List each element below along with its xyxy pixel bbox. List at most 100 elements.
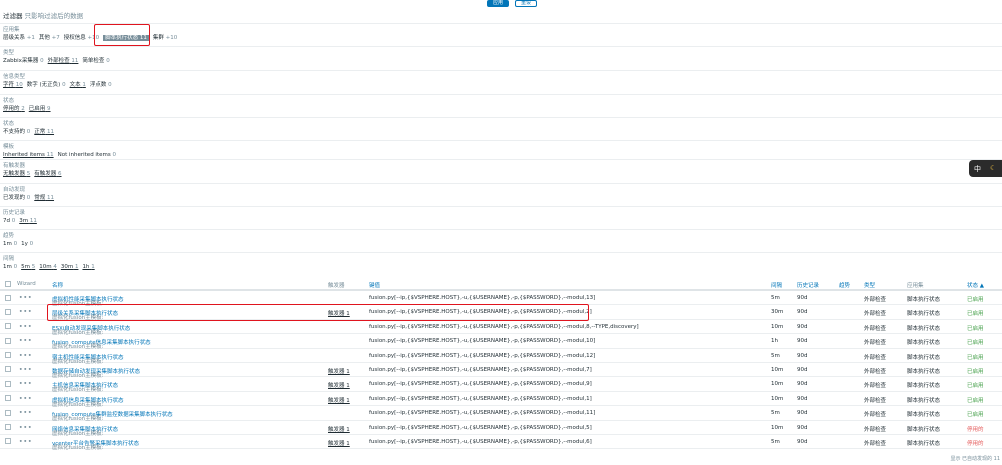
moon-icon[interactable]: ☾ xyxy=(990,164,996,172)
filter-section-items: Zabbix采集器 0 外部检查 11 简单检查 0 xyxy=(3,57,999,65)
filter-option[interactable]: Zabbix采集器 0 xyxy=(3,58,44,64)
filter-option[interactable]: 已发现的 0 xyxy=(3,195,30,201)
filter-option[interactable]: 集群 +10 xyxy=(153,35,177,41)
filter-section-items: 不支持的 0 正常 11 xyxy=(3,128,999,136)
filter-option[interactable]: 3m 11 xyxy=(19,218,37,224)
item-triggers-link[interactable]: 触发器 1 xyxy=(328,439,350,447)
row-menu-icon[interactable]: ••• xyxy=(19,410,33,416)
row-menu-icon[interactable]: ••• xyxy=(19,353,33,359)
item-status-link[interactable]: 已启用 xyxy=(967,396,984,404)
col-trends[interactable]: 趋势 xyxy=(839,281,850,289)
item-status-link[interactable]: 已启用 xyxy=(967,410,984,418)
filter-option[interactable]: 1y 0 xyxy=(21,241,33,247)
col-key[interactable]: 键值 xyxy=(369,281,380,289)
filter-option[interactable]: 其他 +7 xyxy=(39,35,60,41)
item-template-prefix[interactable]: 虚拟化fusion主模板: xyxy=(52,443,104,451)
filter-section: 类型 Zabbix采集器 0 外部检查 11 简单检查 0 xyxy=(0,46,1002,70)
filter-section-title: 应用集 xyxy=(3,27,20,33)
filter-option-count: 0 xyxy=(26,195,31,201)
filter-option[interactable]: Not inherited items 0 xyxy=(58,152,116,158)
filter-option[interactable]: 不支持的 0 xyxy=(3,129,30,135)
row-menu-icon[interactable]: ••• xyxy=(19,309,33,315)
filter-option[interactable]: 字符 10 xyxy=(3,82,23,88)
row-checkbox[interactable] xyxy=(5,380,11,387)
filter-option[interactable]: 外部检查 11 xyxy=(48,58,79,64)
filter-option[interactable]: 30m 1 xyxy=(61,264,79,270)
row-menu-icon[interactable]: ••• xyxy=(19,324,33,330)
item-status-link[interactable]: 已启用 xyxy=(967,367,984,375)
apply-button[interactable]: 应用 xyxy=(487,0,509,7)
filter-option[interactable]: 已启用 9 xyxy=(29,106,51,112)
filter-option[interactable]: 1m 0 xyxy=(3,241,17,247)
row-checkbox[interactable] xyxy=(5,409,11,416)
filter-option[interactable]: 层级关系 +1 xyxy=(3,35,35,41)
item-triggers-link[interactable]: 触发器 1 xyxy=(328,367,350,375)
col-name[interactable]: 名称 xyxy=(52,281,63,289)
filter-option[interactable]: 10m 4 xyxy=(39,264,57,270)
item-triggers-link[interactable]: 触发器 1 xyxy=(328,309,350,317)
filter-option[interactable]: 7d 0 xyxy=(3,218,15,224)
filter-option[interactable]: 脚本执行状态 11 xyxy=(103,35,149,41)
row-checkbox[interactable] xyxy=(5,352,11,359)
filter-option[interactable]: 数字 (无正负) 0 xyxy=(27,82,66,88)
row-checkbox[interactable] xyxy=(5,294,11,301)
filter-option[interactable]: 停用的 2 xyxy=(3,106,25,112)
filter-option[interactable]: 授权信息 +10 xyxy=(64,35,99,41)
filter-option-count: 9 xyxy=(47,106,51,112)
filter-option[interactable]: 1m 0 xyxy=(3,264,17,270)
filter-option[interactable]: 5m 5 xyxy=(21,264,35,270)
item-status-link[interactable]: 已启用 xyxy=(967,338,984,346)
row-checkbox[interactable] xyxy=(5,323,11,330)
filter-option[interactable]: 无触发器 5 xyxy=(3,171,30,177)
language-icon[interactable]: 中 xyxy=(974,164,981,174)
filter-option[interactable]: Inherited items 11 xyxy=(3,152,54,158)
row-checkbox[interactable] xyxy=(5,424,11,431)
col-history[interactable]: 历史记录 xyxy=(797,281,819,289)
item-triggers-link[interactable]: 触发器 1 xyxy=(328,425,350,433)
row-checkbox[interactable] xyxy=(5,395,11,402)
item-interval: 30m xyxy=(771,309,784,316)
row-menu-icon[interactable]: ••• xyxy=(19,425,33,431)
floating-widget[interactable]: 中 ☾ xyxy=(969,160,1002,177)
row-menu-icon[interactable]: ••• xyxy=(19,381,33,387)
filter-option[interactable]: 正常 11 xyxy=(34,129,54,135)
item-history: 90d xyxy=(797,352,808,359)
item-status-link[interactable]: 已启用 xyxy=(967,309,984,317)
filter-option[interactable]: 有触发器 6 xyxy=(34,171,61,177)
row-checkbox[interactable] xyxy=(5,438,11,445)
row-menu-icon[interactable]: ••• xyxy=(19,439,33,445)
filter-option-label: 正常 xyxy=(34,129,46,135)
reset-button[interactable]: 重设 xyxy=(515,0,537,7)
item-application: 脚本执行状态 xyxy=(907,368,941,375)
row-checkbox[interactable] xyxy=(5,308,11,315)
filter-title: 过滤器 xyxy=(3,12,23,20)
item-status-link[interactable]: 已启用 xyxy=(967,381,984,389)
filter-option[interactable]: 1h 1 xyxy=(82,264,94,270)
table-header: Wizard 名称 触发器 键值 间隔 历史记录 趋势 类型 应用集 状态 ▲ xyxy=(0,279,1002,291)
item-status-link[interactable]: 已启用 xyxy=(967,295,984,303)
filter-option[interactable]: 文本 1 xyxy=(70,82,86,88)
item-status-link[interactable]: 停用的 xyxy=(967,439,984,447)
col-type[interactable]: 类型 xyxy=(864,281,875,289)
row-menu-icon[interactable]: ••• xyxy=(19,367,33,373)
row-checkbox[interactable] xyxy=(5,366,11,373)
select-all-checkbox[interactable] xyxy=(5,281,11,287)
filter-option[interactable]: 常规 11 xyxy=(34,195,54,201)
col-interval[interactable]: 间隔 xyxy=(771,281,782,289)
row-checkbox[interactable] xyxy=(5,337,11,344)
filter-option[interactable]: 简单检查 0 xyxy=(82,58,109,64)
filter-option[interactable]: 浮点数 0 xyxy=(90,82,112,88)
item-status-link[interactable]: 停用的 xyxy=(967,425,984,433)
item-status-link[interactable]: 已启用 xyxy=(967,353,984,361)
item-triggers-link[interactable]: 触发器 1 xyxy=(328,396,350,404)
table-row: ••• 虚拟化fusion主模板: fusion_compute信息采集脚本执行状… xyxy=(0,334,1002,350)
col-status[interactable]: 状态 ▲ xyxy=(967,281,984,289)
item-name: 虚拟化fusion主模板: ESXi自动发现采集脚本执行状态 xyxy=(52,324,130,336)
row-menu-icon[interactable]: ••• xyxy=(19,396,33,402)
filter-option-count: 11 xyxy=(47,195,55,201)
filter-section: 有触发器 无触发器 5 有触发器 6 xyxy=(0,159,1002,183)
row-menu-icon[interactable]: ••• xyxy=(19,338,33,344)
item-triggers-link[interactable]: 触发器 1 xyxy=(328,381,350,389)
item-status-link[interactable]: 已启用 xyxy=(967,324,984,332)
row-menu-icon[interactable]: ••• xyxy=(19,295,33,301)
